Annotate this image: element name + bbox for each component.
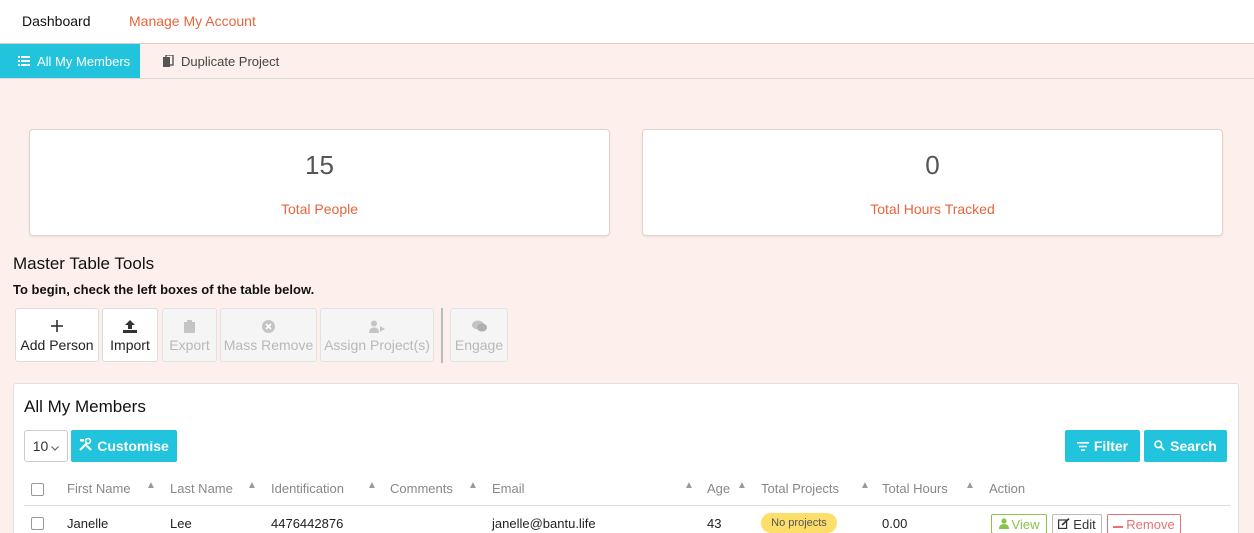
- button-label: Edit: [1073, 516, 1096, 532]
- top-nav: Dashboard Manage My Account: [0, 0, 1254, 44]
- cell-identification: 4476442876: [271, 516, 344, 531]
- column-header-age[interactable]: Age: [707, 481, 730, 496]
- table-header-divider: [24, 505, 1230, 506]
- export-button[interactable]: Export: [162, 308, 217, 362]
- customise-button[interactable]: Customise: [71, 430, 177, 462]
- sort-icon[interactable]: ▲︎: [468, 480, 478, 491]
- upload-icon: [123, 317, 137, 335]
- view-button[interactable]: View: [991, 514, 1047, 533]
- column-header-action: Action: [989, 481, 1026, 496]
- tab-all-my-members[interactable]: All My Members: [0, 44, 140, 78]
- tab-bar: All My Members Duplicate Project: [0, 44, 1254, 79]
- stat-card-total-hours: 0 Total Hours Tracked: [642, 129, 1223, 236]
- button-label: Assign Project(s): [324, 337, 430, 353]
- cell-email: janelle@bantu.life: [492, 516, 596, 531]
- mass-remove-button[interactable]: Mass Remove: [220, 308, 317, 362]
- chevron-down-icon: [51, 438, 60, 454]
- column-header-identification[interactable]: Identification: [271, 481, 344, 496]
- select-all-checkbox[interactable]: [31, 483, 44, 496]
- tab-duplicate-project[interactable]: Duplicate Project: [163, 44, 279, 78]
- row-checkbox[interactable]: [31, 517, 44, 530]
- stat-value: 15: [305, 150, 334, 180]
- button-label: Search: [1170, 438, 1217, 454]
- panel-title: All My Members: [24, 397, 146, 416]
- sort-icon[interactable]: ▲︎: [860, 480, 870, 491]
- column-header-email[interactable]: Email: [492, 481, 525, 496]
- sort-icon[interactable]: ▲︎: [367, 480, 377, 491]
- search-button[interactable]: Search: [1144, 430, 1227, 462]
- minus-icon: [1113, 517, 1124, 532]
- user-icon: [998, 517, 1009, 532]
- button-label: Remove: [1126, 516, 1175, 532]
- cell-last-name: Lee: [170, 516, 192, 531]
- edit-icon: [1058, 517, 1070, 532]
- list-icon: [18, 56, 30, 66]
- copy-icon: [163, 55, 174, 67]
- section-subtitle: To begin, check the left boxes of the ta…: [13, 282, 315, 297]
- chat-icon: [471, 317, 487, 335]
- button-label: Customise: [97, 438, 169, 454]
- import-button[interactable]: Import: [102, 308, 158, 362]
- column-header-comments[interactable]: Comments: [390, 481, 453, 496]
- button-label: Mass Remove: [223, 337, 314, 353]
- stat-value: 0: [925, 150, 940, 180]
- button-label: Engage: [454, 337, 504, 353]
- section-title: Master Table Tools: [13, 254, 155, 273]
- search-icon: [1154, 438, 1166, 454]
- page-size-select[interactable]: 10: [24, 430, 68, 462]
- add-person-button[interactable]: Add Person: [15, 308, 99, 362]
- column-header-last-name[interactable]: Last Name: [170, 481, 233, 496]
- tools-icon: [79, 437, 92, 454]
- column-header-total-hours[interactable]: Total Hours: [882, 481, 948, 496]
- filter-icon: [1076, 438, 1089, 454]
- user-share-icon: [369, 317, 385, 335]
- engage-button[interactable]: Engage: [450, 308, 508, 362]
- stat-label: Total Hours Tracked: [870, 201, 995, 217]
- plus-icon: [51, 317, 63, 335]
- cell-first-name: Janelle: [67, 516, 109, 531]
- toolbar-divider: [441, 308, 443, 363]
- members-panel: All My Members 10 Customise Filter Searc…: [13, 383, 1239, 533]
- sort-icon[interactable]: ▲︎: [965, 480, 975, 491]
- projects-badge: No projects: [761, 513, 837, 533]
- sort-icon[interactable]: ▲︎: [247, 480, 257, 491]
- button-label: Import: [110, 337, 150, 353]
- button-label: Export: [169, 337, 210, 353]
- nav-manage-account[interactable]: Manage My Account: [129, 13, 256, 29]
- sort-icon[interactable]: ▲︎: [684, 480, 694, 491]
- edit-button[interactable]: Edit: [1052, 514, 1102, 533]
- stat-card-total-people: 15 Total People: [29, 129, 610, 236]
- cell-age: 43: [707, 516, 722, 531]
- button-label: Add Person: [20, 337, 94, 353]
- sort-icon[interactable]: ▲︎: [737, 480, 747, 491]
- page-size-value: 10: [32, 438, 49, 454]
- remove-button[interactable]: Remove: [1107, 514, 1181, 533]
- tab-label: Duplicate Project: [181, 53, 280, 69]
- sort-icon[interactable]: ▲︎: [146, 480, 156, 491]
- stat-label: Total People: [280, 201, 359, 217]
- button-label: Filter: [1093, 438, 1129, 454]
- clipboard-icon: [184, 317, 195, 335]
- tab-label: All My Members: [37, 53, 131, 69]
- column-header-first-name[interactable]: First Name: [67, 481, 131, 496]
- assign-projects-button[interactable]: Assign Project(s): [320, 308, 434, 362]
- times-circle-icon: [262, 317, 275, 335]
- cell-total-hours: 0.00: [882, 516, 908, 531]
- filter-button[interactable]: Filter: [1065, 430, 1140, 462]
- column-header-total-projects[interactable]: Total Projects: [761, 481, 839, 496]
- button-label: View: [1011, 516, 1040, 532]
- nav-dashboard[interactable]: Dashboard: [22, 13, 91, 29]
